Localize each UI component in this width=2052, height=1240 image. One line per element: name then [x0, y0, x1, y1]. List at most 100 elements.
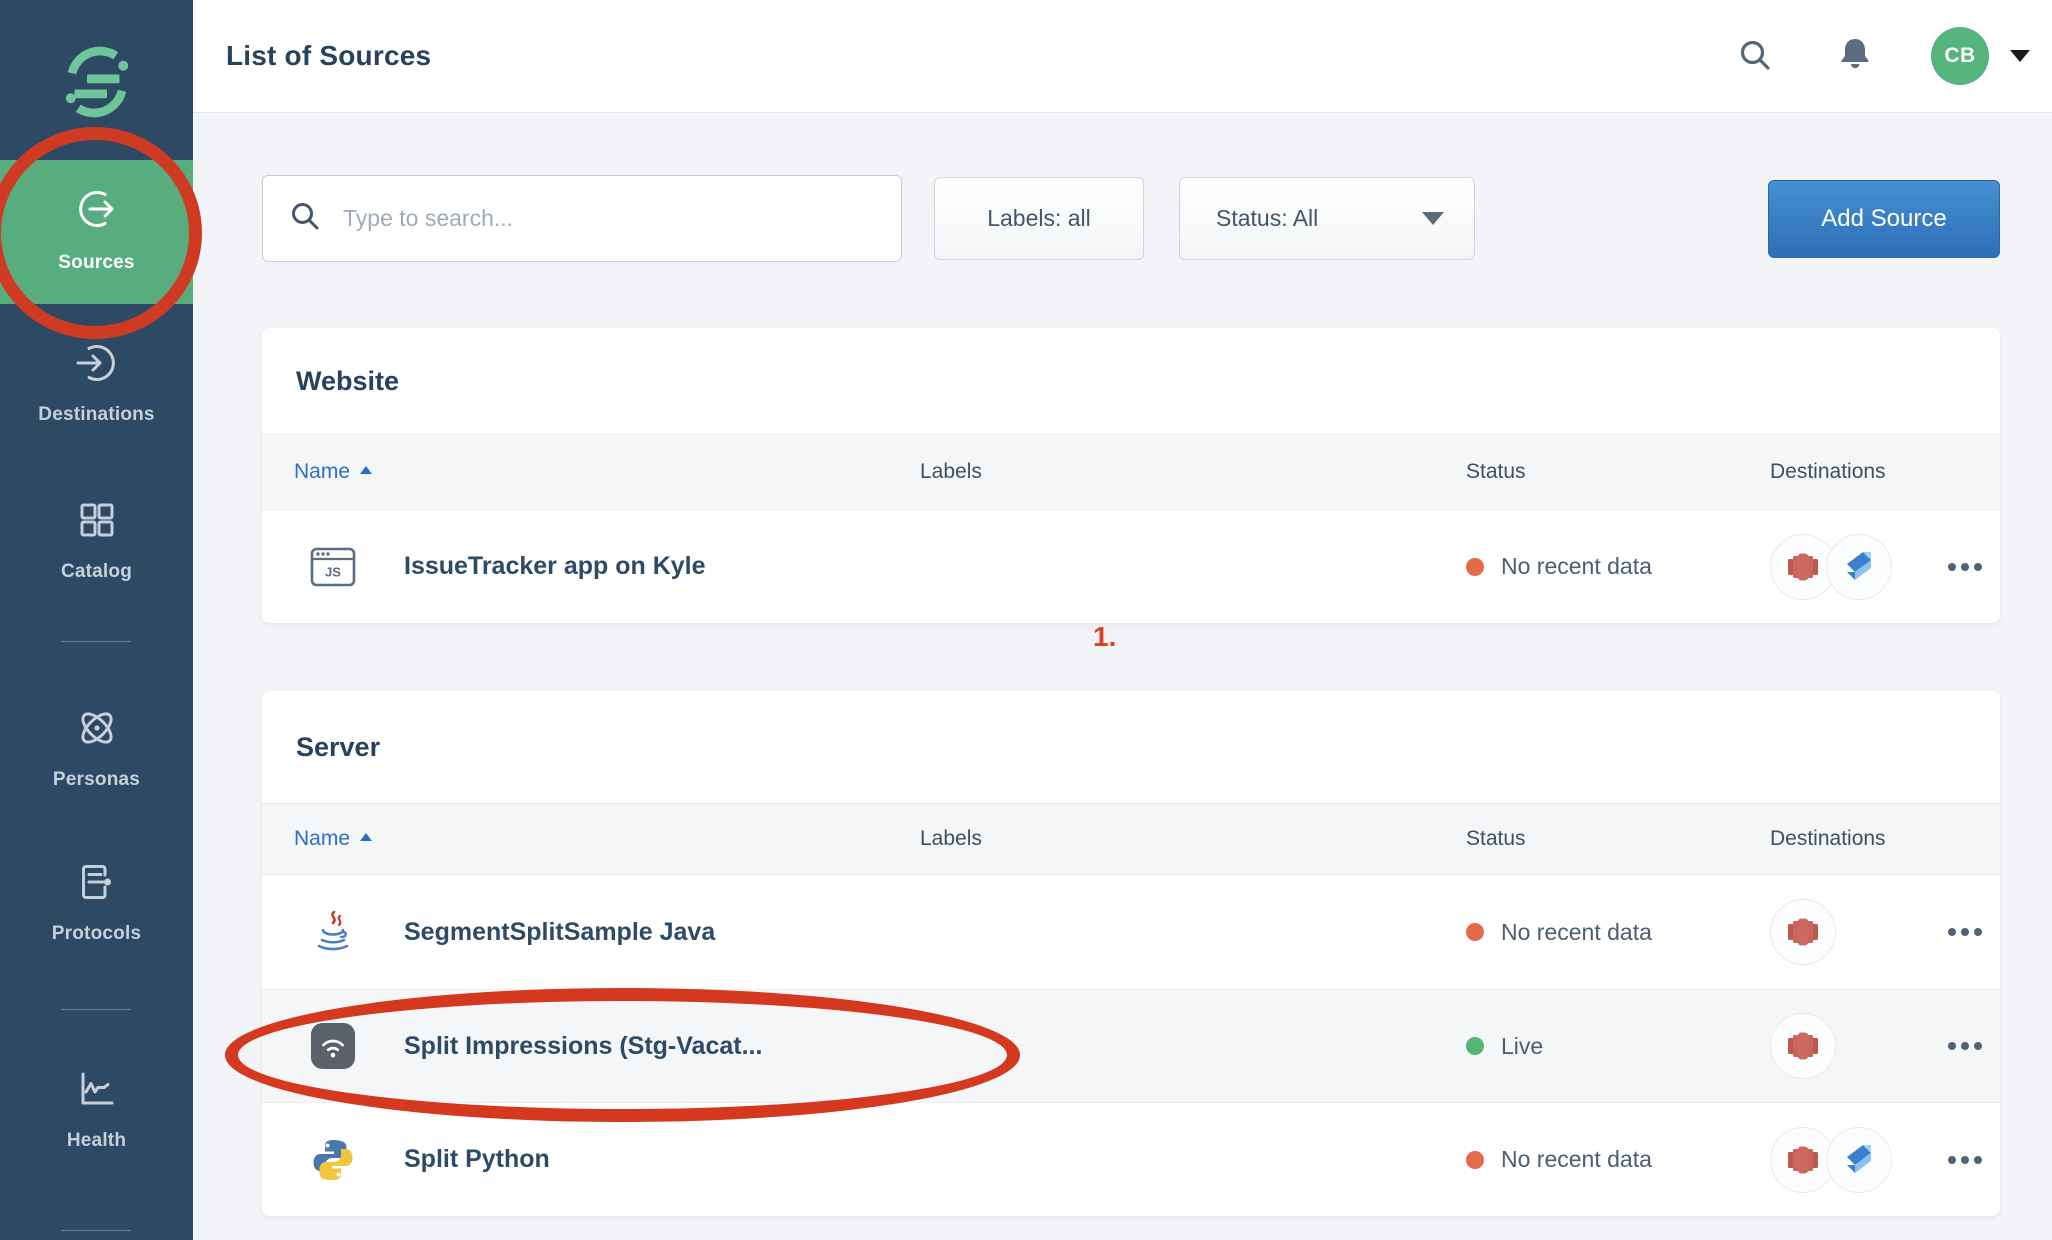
sidebar-item-sources[interactable]: Sources [0, 160, 193, 304]
personas-atom-icon [74, 705, 120, 751]
main-area: List of Sources CB [193, 0, 2052, 1240]
javascript-icon: JS [310, 544, 356, 590]
ellipsis-icon [1948, 1156, 1956, 1164]
status-text: No recent data [1501, 553, 1652, 580]
labels-filter-button[interactable]: Labels: all [934, 177, 1144, 260]
protocols-icon [74, 859, 120, 905]
status-dot [1466, 558, 1484, 576]
status-text: Live [1501, 1033, 1543, 1060]
redshift-destination-icon[interactable] [1770, 899, 1836, 965]
column-header-labels: Labels [920, 460, 1466, 484]
add-source-button[interactable]: Add Source [1768, 180, 2000, 258]
row-actions-cell [1920, 918, 2000, 946]
redshift-destination-icon[interactable] [1770, 1013, 1836, 1079]
ellipsis-icon [1948, 928, 1956, 936]
column-header-name[interactable]: Name [262, 827, 920, 851]
source-name-cell: JS IssueTracker app on Kyle [262, 544, 920, 590]
destinations-cell [1770, 899, 1920, 965]
table-row[interactable]: Split Impressions (Stg-Vacat... Live [262, 989, 2000, 1102]
status-filter-label: Status: All [1216, 205, 1318, 232]
search-box [262, 175, 902, 262]
sidebar-item-personas[interactable]: Personas [0, 705, 193, 791]
search-input[interactable] [343, 205, 881, 232]
column-header-labels: Labels [920, 827, 1466, 851]
status-cell: No recent data [1466, 1146, 1770, 1173]
notifications-button[interactable] [1835, 35, 1875, 78]
sort-ascending-icon [360, 466, 372, 474]
sources-icon [74, 186, 120, 232]
sidebar-item-label: Sources [58, 252, 134, 274]
sidebar-item-catalog[interactable]: Catalog [0, 497, 193, 583]
status-filter-dropdown[interactable]: Status: All [1179, 177, 1475, 260]
health-chart-icon [74, 1066, 120, 1112]
destinations-cell [1770, 1127, 1920, 1193]
source-name-cell: Split Impressions (Stg-Vacat... [262, 1023, 920, 1069]
catalog-grid-icon [74, 497, 120, 543]
more-options-button[interactable] [1938, 553, 1992, 581]
column-label: Name [294, 460, 350, 484]
destinations-cell [1770, 534, 1920, 600]
section-title: Website [296, 366, 399, 397]
table-row[interactable]: Split Python No recent data [262, 1102, 2000, 1216]
sidebar-item-label: Destinations [38, 404, 154, 426]
column-header-status: Status [1466, 827, 1770, 851]
bell-icon [1835, 35, 1875, 78]
svg-text:JS: JS [325, 564, 341, 579]
header-actions: CB [1737, 27, 2030, 85]
more-options-button[interactable] [1938, 918, 1992, 946]
column-header-name[interactable]: Name [262, 460, 920, 484]
source-name-cell: Split Python [262, 1137, 920, 1183]
source-name: Split Python [404, 1145, 550, 1174]
sidebar-item-label: Health [67, 1130, 126, 1152]
stitch-destination-icon[interactable] [1826, 534, 1892, 600]
ellipsis-icon [1948, 1042, 1956, 1050]
java-icon [310, 909, 356, 955]
server-card: Server Name Labels Status Destinations [262, 691, 2000, 1216]
content: Labels: all Status: All Add Source Websi… [193, 113, 2052, 1240]
more-options-button[interactable] [1938, 1032, 1992, 1060]
row-actions-cell [1920, 1146, 2000, 1174]
status-dot [1466, 1151, 1484, 1169]
section-title-block: Server [262, 691, 2000, 803]
segment-logo-icon[interactable] [57, 42, 137, 122]
annotation-step-number: 1. [1093, 621, 1116, 653]
website-card: Website Name Labels Status Destinations [262, 328, 2000, 623]
top-header: List of Sources CB [193, 0, 2052, 113]
status-dot [1466, 1037, 1484, 1055]
table-row[interactable]: SegmentSplitSample Java No recent data [262, 875, 2000, 989]
search-icon [289, 200, 321, 237]
column-header-status: Status [1466, 460, 1770, 484]
status-cell: Live [1466, 1033, 1770, 1060]
page-title: List of Sources [226, 40, 431, 72]
source-name: IssueTracker app on Kyle [404, 552, 706, 581]
avatar[interactable]: CB [1931, 27, 1989, 85]
account-menu-caret-icon[interactable] [2010, 50, 2030, 62]
sort-ascending-icon [360, 833, 372, 841]
stitch-destination-icon[interactable] [1826, 1127, 1892, 1193]
status-cell: No recent data [1466, 553, 1770, 580]
source-name: Split Impressions (Stg-Vacat... [404, 1032, 762, 1061]
ellipsis-icon [1948, 563, 1956, 571]
status-text: No recent data [1501, 919, 1652, 946]
sidebar: Sources Destinations Catalog [0, 0, 193, 1240]
filter-toolbar: Labels: all Status: All Add Source [262, 175, 2000, 262]
source-name-cell: SegmentSplitSample Java [262, 909, 920, 955]
card-gap [262, 623, 2000, 691]
http-api-wifi-icon [310, 1023, 356, 1069]
more-options-button[interactable] [1938, 1146, 1992, 1174]
chevron-down-icon [1422, 212, 1444, 225]
header-search-button[interactable] [1737, 37, 1773, 76]
sidebar-item-label: Protocols [52, 923, 141, 945]
row-actions-cell [1920, 1032, 2000, 1060]
row-actions-cell [1920, 553, 2000, 581]
sidebar-item-protocols[interactable]: Protocols [0, 859, 193, 945]
sidebar-item-destinations[interactable]: Destinations [0, 340, 193, 426]
status-text: No recent data [1501, 1146, 1652, 1173]
destinations-cell [1770, 1013, 1920, 1079]
column-header-destinations: Destinations [1770, 460, 1920, 484]
sidebar-item-label: Catalog [61, 561, 132, 583]
table-row[interactable]: JS IssueTracker app on Kyle No recent da… [262, 510, 2000, 623]
sidebar-item-health[interactable]: Health [0, 1066, 193, 1152]
python-icon [310, 1137, 356, 1183]
status-dot [1466, 923, 1484, 941]
